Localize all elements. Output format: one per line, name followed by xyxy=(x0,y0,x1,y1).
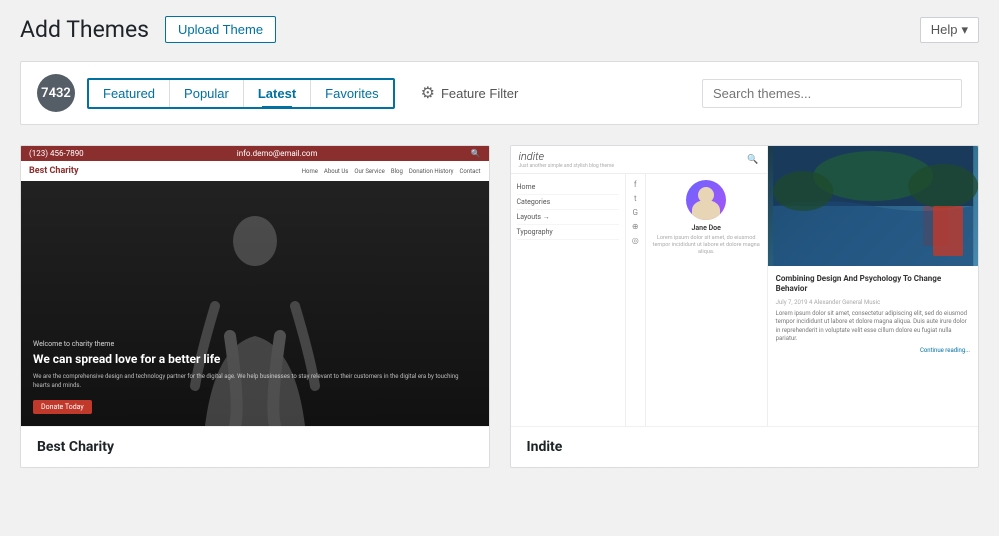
theme-card-indite[interactable]: indite Just another simple and stylish b… xyxy=(510,145,980,468)
gear-icon: ⚙ xyxy=(421,83,435,103)
theme-card-footer-best-charity: Best Charity xyxy=(21,426,489,467)
bc-phone: (123) 456-7890 xyxy=(29,149,84,158)
help-label: Help xyxy=(931,22,958,37)
bc-hero-title: We can spread love for a better life xyxy=(33,352,477,368)
indite-post-text: Lorem ipsum dolor sit amet, consectetur … xyxy=(776,310,970,344)
upload-theme-button[interactable]: Upload Theme xyxy=(165,16,276,43)
theme-count-badge: 7432 xyxy=(37,74,75,112)
bc-email: info.demo@email.com xyxy=(237,149,318,158)
indite-profile-name: Jane Doe xyxy=(652,224,761,232)
feature-filter-label: Feature Filter xyxy=(441,86,518,101)
search-icon: 🔍 xyxy=(471,149,481,158)
theme-preview-best-charity: (123) 456-7890 info.demo@email.com 🔍 Bes… xyxy=(21,146,489,426)
feature-filter-button[interactable]: ⚙ Feature Filter xyxy=(411,77,529,109)
theme-card-footer-indite: Indite xyxy=(511,426,979,467)
search-themes-input[interactable] xyxy=(702,79,962,108)
bc-hero-desc: We are the comprehensive design and tech… xyxy=(33,373,477,390)
bc-logo: Best Charity xyxy=(29,166,294,176)
indite-post-title: Combining Design And Psychology To Chang… xyxy=(776,274,970,295)
tab-popular[interactable]: Popular xyxy=(170,80,244,107)
theme-name-indite: Indite xyxy=(527,439,963,455)
filter-tabs: Featured Popular Latest Favorites xyxy=(87,78,395,109)
bc-nav-links: HomeAbout UsOur ServiceBlogDonation Hist… xyxy=(302,168,481,175)
page-title: Add Themes xyxy=(20,16,149,43)
tab-latest[interactable]: Latest xyxy=(244,80,311,107)
indite-read-more: Continue reading... xyxy=(776,347,970,354)
indite-sidebar: Home Categories Layouts → Typography xyxy=(511,174,626,426)
themes-grid: (123) 456-7890 info.demo@email.com 🔍 Bes… xyxy=(20,145,979,468)
indite-post-area: Combining Design And Psychology To Chang… xyxy=(768,146,978,426)
indite-logo: indite xyxy=(519,150,615,163)
indite-social: ftG⊕◎ xyxy=(626,174,646,426)
tab-favorites[interactable]: Favorites xyxy=(311,80,392,107)
theme-card-best-charity[interactable]: (123) 456-7890 info.demo@email.com 🔍 Bes… xyxy=(20,145,490,468)
bc-cta-btn: Donate Today xyxy=(33,400,92,414)
theme-name-best-charity: Best Charity xyxy=(37,439,473,455)
indite-profile-area: Jane Doe Lorem ipsum dolor sit amet, do … xyxy=(646,174,767,426)
chevron-down-icon: ▾ xyxy=(961,22,968,38)
indite-tagline: Just another simple and stylish blog the… xyxy=(519,163,615,169)
indite-profile-bio: Lorem ipsum dolor sit amet, do eiusmod t… xyxy=(652,235,761,256)
bc-hero-subtitle: Welcome to charity theme xyxy=(33,340,477,348)
indite-post-meta: July 7, 2019 4 Alexander General Music xyxy=(776,299,970,306)
tab-featured[interactable]: Featured xyxy=(89,80,170,107)
indite-search-icon: 🔍 xyxy=(747,155,758,165)
indite-post-image xyxy=(768,146,978,266)
indite-avatar xyxy=(686,180,726,220)
filter-bar: 7432 Featured Popular Latest Favorites ⚙… xyxy=(20,61,979,125)
theme-preview-indite: indite Just another simple and stylish b… xyxy=(511,146,979,426)
help-button[interactable]: Help ▾ xyxy=(920,17,979,43)
